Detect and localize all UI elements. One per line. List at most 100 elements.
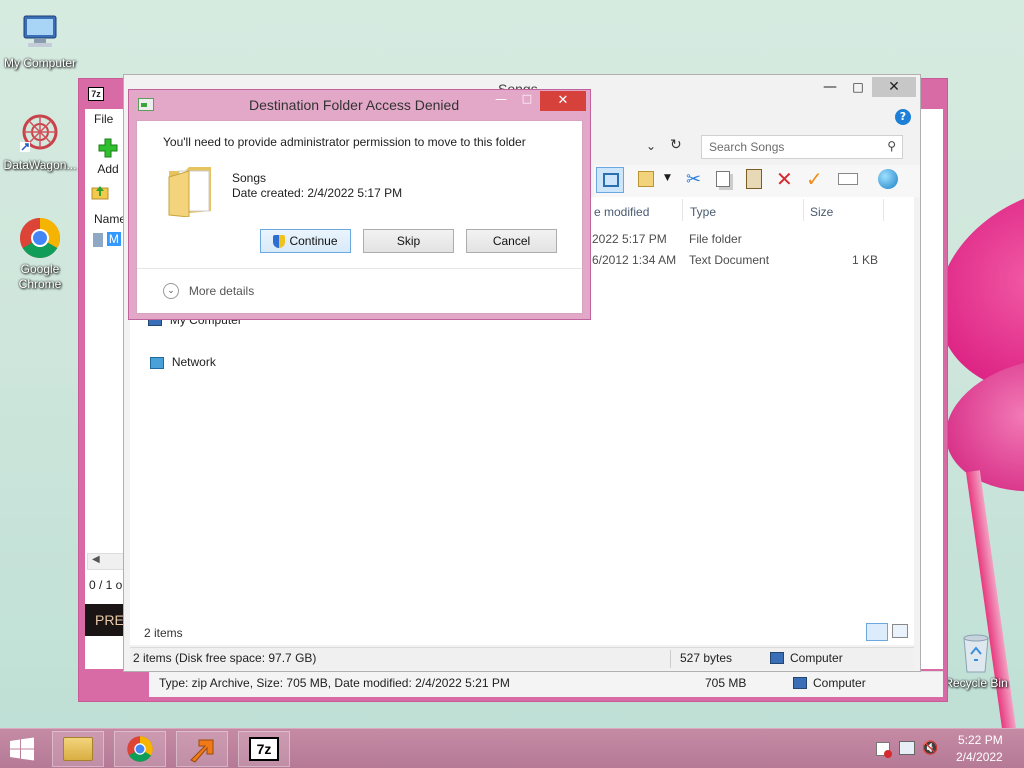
7zip-status-info: Type: zip Archive, Size: 705 MB, Date mo… <box>159 676 510 690</box>
paste-icon[interactable] <box>746 169 762 189</box>
7zip-status-count: 0 / 1 o <box>89 578 123 592</box>
desktop-icon-recycle-bin[interactable]: Recycle Bin <box>936 630 1016 691</box>
column-divider[interactable] <box>803 199 804 221</box>
folder-date: Date created: 2/4/2022 5:17 PM <box>232 186 403 200</box>
maximize-button[interactable]: □ <box>844 77 872 97</box>
7zip-status-size: 705 MB <box>705 676 747 690</box>
name-column-header[interactable]: Name <box>94 212 126 226</box>
arrow-app-icon <box>190 739 214 763</box>
desktop-icon-label: DataWagon... <box>3 158 77 172</box>
refresh-icon[interactable]: ↻ <box>670 137 682 153</box>
windows-logo-icon <box>10 737 34 761</box>
preview-pane-icon[interactable] <box>596 167 624 193</box>
desktop-icon-label: Google Chrome <box>18 262 62 291</box>
7zip-icon: 7z <box>249 737 279 761</box>
add-button[interactable]: Add <box>93 137 123 177</box>
dialog-message: You'll need to provide administrator per… <box>163 135 526 149</box>
row-date: 2022 5:17 PM <box>592 232 667 246</box>
ad-banner-text: PRE <box>95 612 124 628</box>
details-pane: 2 items <box>130 621 914 645</box>
admin-shield-icon <box>273 235 286 249</box>
dialog-body: You'll need to provide administrator per… <box>136 120 583 314</box>
status-divider <box>670 650 671 668</box>
cancel-button[interactable]: Cancel <box>466 229 557 253</box>
taskbar-arrow-app[interactable] <box>176 731 228 767</box>
help-icon[interactable]: ? <box>895 109 911 125</box>
rename-icon[interactable] <box>838 173 858 185</box>
dialog-maximize-button[interactable]: □ <box>515 92 539 110</box>
nav-item-network[interactable]: Network <box>150 355 290 373</box>
search-input[interactable]: Search Songs ⚲ <box>701 135 903 159</box>
globe-icon[interactable] <box>878 169 898 189</box>
column-header-date[interactable]: e modified <box>594 203 649 221</box>
row-date: 6/2012 1:34 AM <box>592 253 677 267</box>
action-center-icon[interactable] <box>876 742 892 758</box>
minimize-button[interactable]: — <box>816 77 844 97</box>
delete-icon[interactable]: ✕ <box>776 167 793 191</box>
datawagon-icon <box>18 112 62 156</box>
taskbar: 7z 🔇 5:22 PM 2/4/2022 <box>0 728 1024 768</box>
7zip-status-bar: Type: zip Archive, Size: 705 MB, Date mo… <box>149 671 943 697</box>
column-divider[interactable] <box>682 199 683 221</box>
chevron-down-icon: ⌄ <box>163 283 179 299</box>
column-header-type[interactable]: Type <box>690 203 716 221</box>
continue-label: Continue <box>289 234 338 248</box>
desktop-icon-datawagon[interactable]: DataWagon... <box>0 112 80 173</box>
network-icon <box>150 356 164 369</box>
toolbar: ▼ ✂ ✕ ✓ <box>594 165 920 197</box>
continue-button[interactable]: Continue <box>260 229 351 253</box>
chrome-icon <box>127 736 153 762</box>
taskbar-chrome[interactable] <box>114 731 166 767</box>
dropdown-arrow-icon[interactable]: ▼ <box>664 173 671 183</box>
column-divider[interactable] <box>883 199 884 221</box>
dialog-minimize-button[interactable]: — <box>489 92 513 110</box>
my-computer-icon <box>18 10 62 54</box>
dialog-title: Destination Folder Access Denied <box>249 97 460 113</box>
skip-button[interactable]: Skip <box>363 229 454 253</box>
access-denied-dialog: Destination Folder Access Denied — □ ✕ Y… <box>128 89 591 320</box>
add-label: Add <box>97 162 119 176</box>
address-dropdown-icon[interactable]: ⌄ <box>646 139 656 153</box>
desktop-icon-label: Recycle Bin <box>944 676 1008 690</box>
volume-muted-icon[interactable]: 🔇 <box>922 741 938 757</box>
table-row[interactable]: 2022 5:17 PM File folder <box>590 231 910 251</box>
clock-time[interactable]: 5:22 PM <box>958 733 1003 747</box>
nav-label: Network <box>171 355 216 369</box>
desktop-icon-google-chrome[interactable]: Google Chrome <box>0 216 80 292</box>
start-button[interactable] <box>8 737 38 761</box>
ad-banner[interactable]: PRE <box>85 604 125 636</box>
more-details-toggle[interactable]: ⌄ More details <box>163 283 303 301</box>
cut-icon[interactable]: ✂ <box>686 169 701 190</box>
network-tray-icon[interactable] <box>899 741 915 755</box>
close-button[interactable]: ✕ <box>872 77 916 97</box>
copy-icon[interactable] <box>716 171 730 187</box>
plus-icon <box>98 138 118 158</box>
column-header-size[interactable]: Size <box>810 203 833 221</box>
checkmark-icon[interactable]: ✓ <box>806 167 823 191</box>
desktop-icon-label: My Computer <box>3 56 77 70</box>
dialog-close-button[interactable]: ✕ <box>540 91 586 111</box>
more-details-label: More details <box>188 284 255 298</box>
clock-date[interactable]: 2/4/2022 <box>956 750 1003 764</box>
taskbar-file-explorer[interactable] <box>52 731 104 767</box>
details-view-icon[interactable] <box>866 623 888 641</box>
row-size: 1 KB <box>852 253 879 267</box>
7zip-status-location: Computer <box>813 676 866 690</box>
row-type: File folder <box>689 232 742 246</box>
desktop-icon-my-computer[interactable]: My Computer <box>0 10 80 71</box>
taskbar-7zip[interactable]: 7z <box>238 731 290 767</box>
properties-icon[interactable] <box>638 171 654 187</box>
explorer-status-bar: 2 items (Disk free space: 97.7 GB) 527 b… <box>130 647 914 669</box>
table-row[interactable]: 6/2012 1:34 AM Text Document 1 KB <box>590 252 910 272</box>
selected-file-row[interactable]: M <box>93 232 123 249</box>
horizontal-scrollbar[interactable]: ◀ <box>87 553 127 570</box>
up-folder-icon[interactable] <box>91 183 109 201</box>
dialog-title-icon <box>138 98 154 111</box>
status-location: Computer <box>790 651 843 665</box>
7zip-app-icon: 7z <box>88 87 104 101</box>
large-icons-view-icon[interactable] <box>892 624 908 638</box>
divider <box>137 268 582 269</box>
search-placeholder: Search Songs <box>709 140 785 154</box>
menu-file[interactable]: File <box>94 112 113 126</box>
scroll-left-icon[interactable]: ◀ <box>92 554 100 565</box>
